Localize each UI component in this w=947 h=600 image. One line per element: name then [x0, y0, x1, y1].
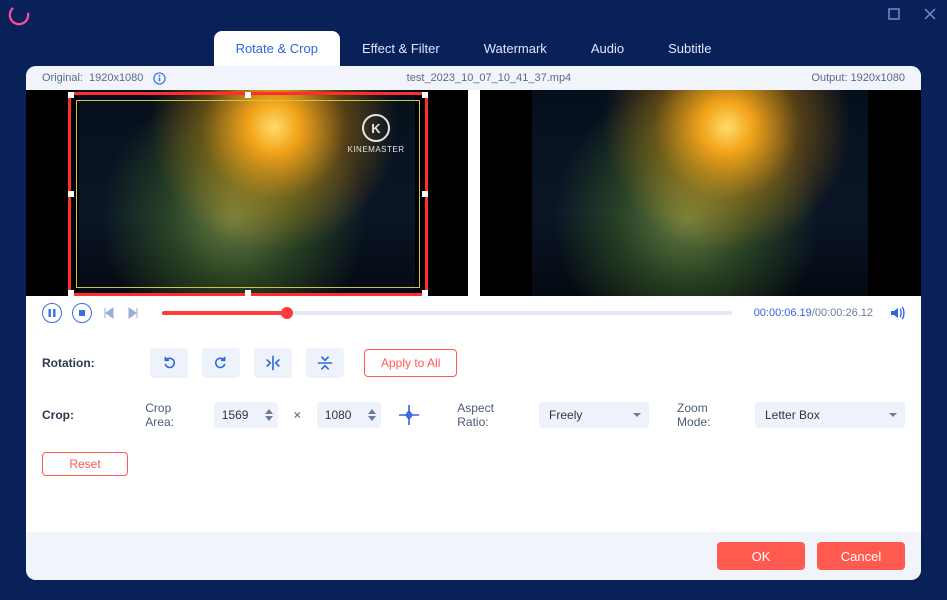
volume-button[interactable]	[889, 305, 905, 321]
rotate-left-button[interactable]	[150, 348, 188, 378]
stop-button[interactable]	[72, 303, 92, 323]
cancel-button[interactable]: Cancel	[817, 542, 905, 570]
rotation-label: Rotation:	[42, 356, 136, 370]
crop-handle-tc[interactable]	[245, 92, 251, 98]
crop-width-field[interactable]	[214, 402, 278, 428]
crop-width-input[interactable]	[222, 408, 262, 422]
output-value: 1920x1080	[851, 72, 905, 84]
original-value: 1920x1080	[89, 72, 143, 84]
preview-row: K KINEMASTER	[26, 90, 921, 296]
crop-row: Crop: Crop Area: × Aspect Ratio: Freely …	[42, 400, 905, 430]
crop-handle-bl[interactable]	[68, 290, 74, 296]
crop-handle-tr[interactable]	[422, 92, 428, 98]
maximize-button[interactable]	[885, 5, 903, 23]
tab-audio[interactable]: Audio	[569, 31, 646, 66]
info-strip: Original: 1920x1080 test_2023_10_07_10_4…	[26, 66, 921, 90]
ok-button[interactable]: OK	[717, 542, 805, 570]
dialog-footer: OK Cancel	[26, 532, 921, 580]
crop-area-label: Crop Area:	[145, 401, 199, 429]
crop-handle-tl[interactable]	[68, 92, 74, 98]
apply-to-all-button[interactable]: Apply to All	[364, 349, 457, 377]
tab-rotate-crop[interactable]: Rotate & Crop	[214, 31, 340, 66]
crop-frame[interactable]	[68, 92, 428, 296]
reset-button[interactable]: Reset	[42, 452, 128, 476]
width-down[interactable]	[264, 415, 274, 422]
reset-row: Reset	[42, 452, 905, 476]
aspect-ratio-select[interactable]: Freely	[539, 402, 649, 428]
crop-handle-br[interactable]	[422, 290, 428, 296]
flip-horizontal-button[interactable]	[254, 348, 292, 378]
playback-bar: 00:00:06.19/00:00:26.12	[26, 296, 921, 330]
output-label: Output:	[811, 72, 847, 84]
height-down[interactable]	[367, 415, 377, 422]
editor-panel: Original: 1920x1080 test_2023_10_07_10_4…	[26, 66, 921, 580]
width-up[interactable]	[264, 408, 274, 415]
tab-watermark[interactable]: Watermark	[462, 31, 569, 66]
crop-label: Crop:	[42, 408, 131, 422]
tab-bar: Rotate & Crop Effect & Filter Watermark …	[0, 28, 947, 66]
aspect-ratio-label: Aspect Ratio:	[457, 401, 525, 429]
zoom-mode-label: Zoom Mode:	[677, 401, 741, 429]
time-duration: 00:00:26.12	[815, 307, 873, 319]
pause-button[interactable]	[42, 303, 62, 323]
rotation-row: Rotation: Apply to All	[42, 348, 905, 378]
crop-handle-ml[interactable]	[68, 191, 74, 197]
seek-thumb[interactable]	[281, 307, 293, 319]
filename-label: test_2023_10_07_10_41_37.mp4	[166, 72, 811, 84]
dimension-separator: ×	[294, 408, 301, 422]
timecode: 00:00:06.19/00:00:26.12	[754, 307, 873, 319]
crop-height-field[interactable]	[317, 402, 381, 428]
next-frame-button[interactable]	[126, 306, 140, 320]
center-crop-button[interactable]	[395, 400, 423, 430]
controls-area: Rotation: Apply to All Crop: Crop Area: …	[26, 330, 921, 532]
prev-frame-button[interactable]	[102, 306, 116, 320]
preview-original[interactable]: K KINEMASTER	[26, 90, 468, 296]
crop-handle-bc[interactable]	[245, 290, 251, 296]
height-up[interactable]	[367, 408, 377, 415]
close-button[interactable]	[921, 5, 939, 23]
tab-effect-filter[interactable]: Effect & Filter	[340, 31, 462, 66]
preview-output	[480, 90, 922, 296]
tab-subtitle[interactable]: Subtitle	[646, 31, 733, 66]
titlebar	[0, 0, 947, 28]
seek-slider[interactable]	[162, 311, 732, 315]
app-logo-icon	[8, 4, 30, 26]
time-current: 00:00:06.19	[754, 307, 812, 319]
rotate-right-button[interactable]	[202, 348, 240, 378]
flip-vertical-button[interactable]	[306, 348, 344, 378]
crop-height-input[interactable]	[325, 408, 365, 422]
original-label: Original:	[42, 72, 83, 84]
info-icon[interactable]	[153, 72, 166, 85]
zoom-mode-select[interactable]: Letter Box	[755, 402, 905, 428]
crop-handle-mr[interactable]	[422, 191, 428, 197]
